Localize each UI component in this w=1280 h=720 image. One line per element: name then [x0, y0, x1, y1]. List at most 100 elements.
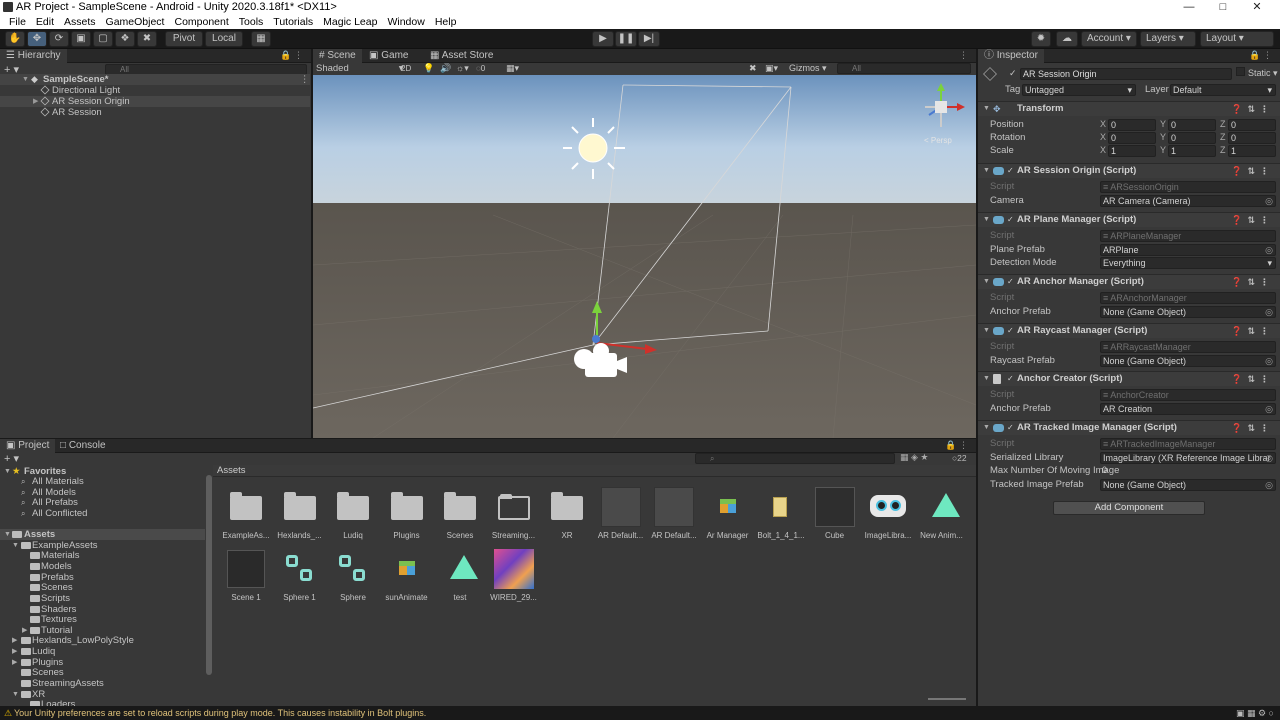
tree-item[interactable]: ▶ Hexlands_LowPolyStyle [0, 635, 205, 646]
expand-arrow-icon[interactable]: ▼ [22, 74, 29, 85]
component-menu-icon[interactable]: ❓⇅⋮ [1231, 421, 1274, 435]
position-x-field[interactable]: 0 [1108, 119, 1156, 131]
object-picker-icon[interactable]: ◎ [1265, 307, 1273, 317]
foldout-arrow-icon[interactable]: ▼ [983, 102, 990, 116]
enabled-checkbox[interactable]: ✓ [1007, 278, 1015, 286]
component-menu-icon[interactable]: ❓⇅⋮ [1231, 213, 1274, 227]
layout-dropdown[interactable]: Layout ▾ [1200, 31, 1274, 47]
asset-item[interactable]: Ludiq [328, 487, 378, 540]
field-value[interactable]: AR Creation ◎ [1100, 402, 1276, 415]
menu-edit[interactable]: Edit [31, 15, 59, 29]
expand-arrow-icon[interactable]: ▶ [12, 646, 17, 657]
asset-item[interactable]: New Anim... [917, 487, 967, 540]
asset-item[interactable]: sunAnimate [382, 549, 432, 602]
project-search-input[interactable]: ⌕ [695, 453, 895, 464]
position-z-field[interactable]: 0 [1228, 119, 1276, 131]
object-picker-icon[interactable]: ◎ [1265, 404, 1273, 414]
create-asset-button[interactable]: + ▾ [4, 452, 19, 465]
active-checkbox[interactable]: ✓ [1009, 68, 1017, 79]
add-component-button[interactable]: Add Component [1053, 501, 1205, 515]
menu-help[interactable]: Help [430, 15, 462, 29]
position-y-field[interactable]: 0 [1168, 119, 1216, 131]
tag-dropdown[interactable]: Untagged ▾ [1022, 84, 1136, 96]
tree-item[interactable]: ▶ Ludiq [0, 646, 205, 657]
foldout-arrow-icon[interactable]: ▼ [983, 324, 990, 338]
asset-item[interactable]: ExampleAs... [221, 487, 271, 540]
tree-item[interactable]: Loaders [0, 699, 205, 706]
asset-item[interactable]: AR Default... [649, 487, 699, 540]
component-transform[interactable]: ▼ ✥ Transform ❓⇅⋮ [978, 101, 1280, 116]
pivot-toggle[interactable]: Pivot [165, 31, 203, 47]
component-header[interactable]: ▼ ✓ AR Raycast Manager (Script) ❓⇅⋮ [978, 323, 1280, 338]
mode-2d-toggle[interactable]: 2D [401, 63, 411, 74]
scene-canvas[interactable] [313, 75, 976, 438]
foldout-arrow-icon[interactable]: ▼ [983, 421, 990, 435]
menu-magic-leap[interactable]: Magic Leap [318, 15, 382, 29]
step-button[interactable]: ▶| [638, 31, 660, 47]
hidden-objects-toggle[interactable]: ◌0 [476, 63, 485, 74]
hand-tool-icon[interactable]: ✋ [5, 31, 25, 47]
tree-item[interactable]: Scenes [0, 667, 205, 678]
gizmos-dropdown[interactable]: Gizmos ▾ [789, 63, 827, 74]
rect-tool-icon[interactable]: ▢ [93, 31, 113, 47]
foldout-arrow-icon[interactable]: ▼ [983, 372, 990, 386]
asset-item[interactable]: Ar Manager [703, 487, 753, 540]
asset-item[interactable]: Scene 1 [221, 549, 271, 602]
tab-console[interactable]: □ Console [54, 439, 112, 453]
asset-item[interactable]: WIRED_29... [489, 549, 539, 602]
tree-item[interactable]: Materials [0, 550, 205, 561]
hierarchy-item-ar-session-origin[interactable]: ▶ AR Session Origin [0, 96, 310, 107]
scene-viewport[interactable]: < Persp [313, 75, 976, 438]
expand-arrow-icon[interactable]: ▶ [12, 635, 17, 646]
close-button[interactable]: ✕ [1240, 0, 1274, 15]
enabled-checkbox[interactable]: ✓ [1007, 167, 1015, 175]
menu-assets[interactable]: Assets [59, 15, 101, 29]
foldout-arrow-icon[interactable]: ▼ [983, 213, 990, 227]
local-toggle[interactable]: Local [205, 31, 243, 47]
component-menu-icon[interactable]: ❓⇅⋮ [1231, 164, 1274, 178]
field3-value[interactable]: None (Game Object) ◎ [1100, 478, 1276, 491]
tab-game[interactable]: ▣ Game [363, 49, 414, 63]
tab-asset-store[interactable]: ▦ Asset Store [424, 49, 499, 63]
perspective-label[interactable]: < Persp [924, 136, 952, 145]
maximize-button[interactable]: □ [1206, 0, 1240, 15]
field2-value[interactable]: Everything ▾ [1100, 257, 1276, 269]
asset-item[interactable]: Bolt_1_4_1... [756, 487, 806, 540]
panel-menu-icon[interactable]: 🔒 ⋮ [945, 439, 968, 452]
field-value[interactable]: ARPlane ◎ [1100, 243, 1276, 256]
asset-item[interactable]: XR [542, 487, 592, 540]
object-picker-icon[interactable]: ◎ [1265, 245, 1273, 255]
script-field[interactable]: ≡ ARPlaneManager [1100, 230, 1276, 242]
scene-menu-icon[interactable]: ⋮ [300, 74, 310, 85]
scale-y-field[interactable]: 1 [1168, 145, 1216, 157]
menu-file[interactable]: File [4, 15, 31, 29]
pause-button[interactable]: ❚❚ [615, 31, 637, 47]
tree-scrollbar[interactable] [206, 475, 212, 675]
script-field[interactable]: ≡ ARSessionOrigin [1100, 181, 1276, 193]
assets-root[interactable]: ▼ Assets [0, 529, 205, 540]
expand-arrow-icon[interactable]: ▶ [33, 96, 38, 107]
tree-item[interactable]: Scripts [0, 593, 205, 604]
tree-item[interactable]: Textures [0, 614, 205, 625]
object-picker-icon[interactable]: ◎ [1265, 356, 1273, 366]
expand-arrow-icon[interactable]: ▼ [4, 529, 11, 540]
tree-item[interactable]: ⌕ All Conflicted [0, 508, 205, 519]
component-menu-icon[interactable]: ❓⇅⋮ [1231, 102, 1274, 116]
enabled-checkbox[interactable]: ✓ [1007, 327, 1015, 335]
minimize-button[interactable]: — [1172, 0, 1206, 15]
menu-tools[interactable]: Tools [234, 15, 269, 29]
script-field[interactable]: ≡ ARTrackedImageManager [1100, 438, 1276, 450]
hierarchy-item-directional-light[interactable]: Directional Light [0, 85, 310, 96]
camera-settings-icon[interactable]: ▣▾ [765, 63, 778, 74]
field-value[interactable]: ImageLibrary (XR Reference Image Librar ◎ [1100, 451, 1276, 464]
hidden-packages-count[interactable]: ○22 [952, 453, 967, 463]
account-dropdown[interactable]: Account ▾ [1081, 31, 1137, 47]
asset-item[interactable]: Scenes [435, 487, 485, 540]
component-header[interactable]: ▼ ✓ AR Tracked Image Manager (Script) ❓⇅⋮ [978, 420, 1280, 435]
filter-icons[interactable]: ▦ ◈ ★ [900, 452, 929, 463]
asset-item[interactable]: Cube [810, 487, 860, 540]
enabled-checkbox[interactable]: ✓ [1007, 424, 1015, 432]
scale-x-field[interactable]: 1 [1108, 145, 1156, 157]
rotation-y-field[interactable]: 0 [1168, 132, 1216, 144]
panel-menu-icon[interactable]: 🔒 ⋮ [1249, 49, 1272, 62]
